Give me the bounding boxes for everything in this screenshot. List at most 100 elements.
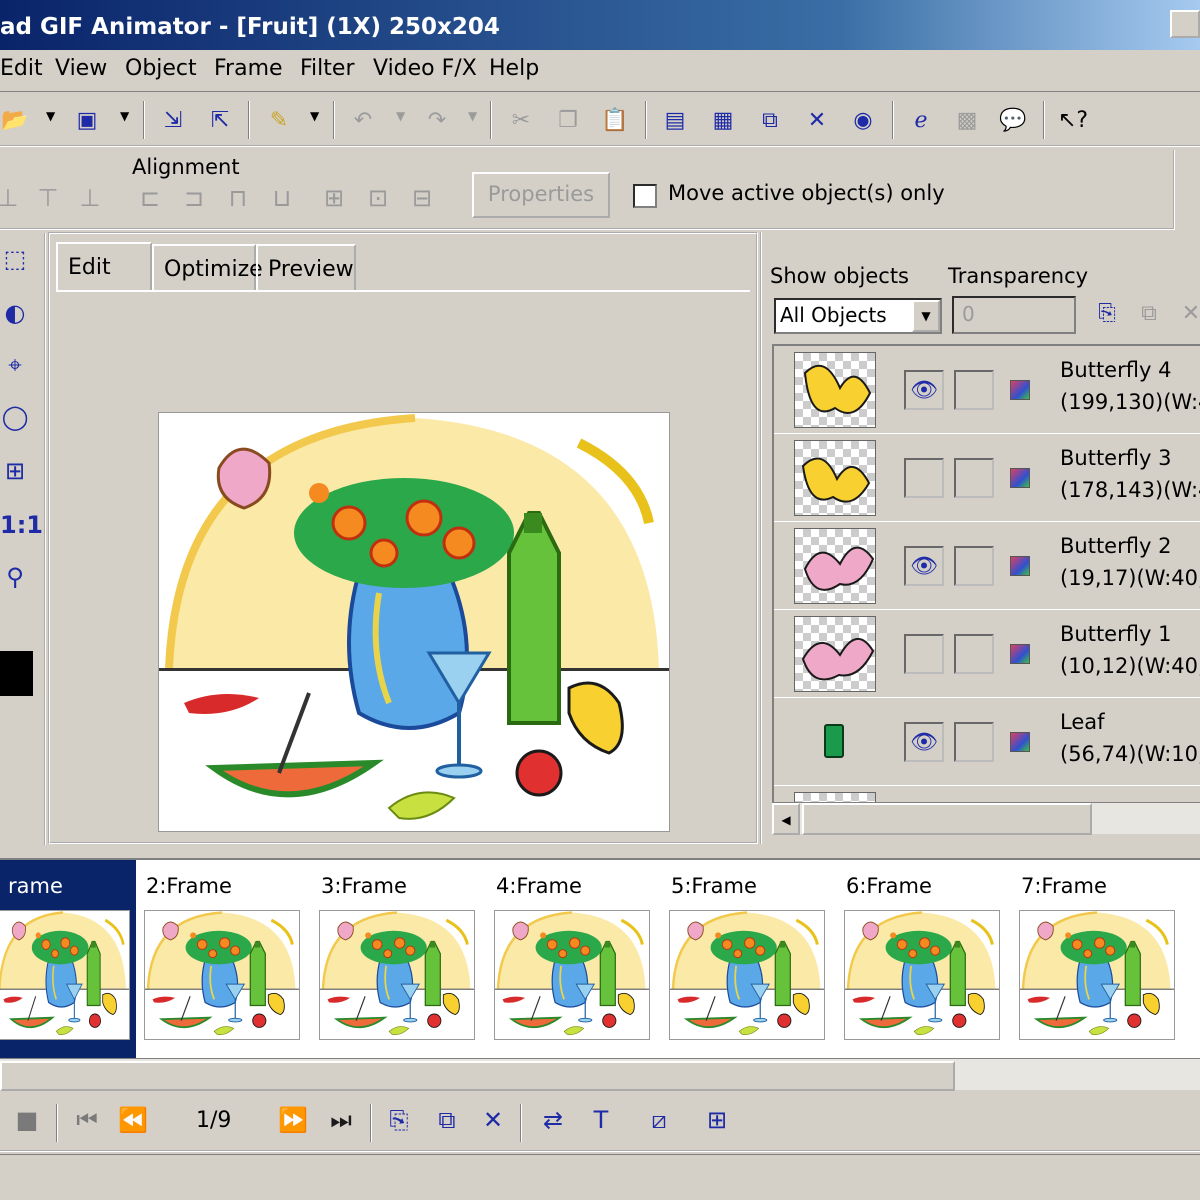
help-icon[interactable]: ↖? (1058, 105, 1088, 135)
import-icon[interactable]: ⇲ (158, 105, 188, 135)
color-indicator[interactable] (1010, 556, 1030, 576)
first-frame-icon[interactable]: ⏮ (70, 1106, 104, 1140)
copy-object-icon[interactable]: ⧉ (1134, 298, 1164, 328)
objects-horizontal-scrollbar[interactable]: ◀ (772, 802, 1200, 835)
properties-icon[interactable]: ⊞ (700, 1106, 734, 1140)
select-tool-icon[interactable]: ✎ (264, 105, 294, 135)
next-frame-icon[interactable]: ⏩ (276, 1106, 310, 1140)
pointer-icon[interactable]: ⬚ (0, 245, 30, 277)
delete-frame-icon[interactable]: ✕ (476, 1106, 510, 1140)
visibility-cell[interactable] (904, 634, 944, 674)
list-item[interactable]: 👁 Leaf (56,74)(W:10,H (774, 698, 1200, 786)
save-icon[interactable]: ▣ (72, 105, 102, 135)
delete-icon[interactable]: ✕ (802, 105, 832, 135)
visibility-cell[interactable] (904, 458, 944, 498)
list-item[interactable]: Butterfly 3 (178,143)(W:40 (774, 434, 1200, 522)
menu-edit[interactable]: Edit (0, 56, 43, 81)
menu-filter[interactable]: Filter (300, 56, 354, 81)
properties-button[interactable]: Properties (472, 172, 610, 218)
paste-icon[interactable]: 📋 (600, 105, 630, 135)
distribute-h-icon[interactable]: ⊞ (318, 184, 350, 216)
lock-cell[interactable] (954, 634, 994, 674)
reverse-icon[interactable]: ⇄ (536, 1106, 570, 1140)
cut-icon[interactable]: ✂ (506, 105, 536, 135)
menu-help[interactable]: Help (489, 56, 539, 81)
menu-object[interactable]: Object (125, 56, 197, 81)
redo-dropdown-icon[interactable]: ▼ (468, 109, 477, 123)
align-top-icon[interactable]: ⊤ (32, 184, 64, 216)
align-right-icon[interactable]: ⊓ (222, 184, 254, 216)
frames-horizontal-scrollbar[interactable] (0, 1058, 1200, 1091)
scroll-thumb[interactable] (0, 1061, 955, 1091)
menu-video-fx[interactable]: Video F/X (373, 56, 477, 81)
color-indicator[interactable] (1010, 732, 1030, 752)
copy-icon[interactable]: ❐ (553, 105, 583, 135)
undo-dropdown-icon[interactable]: ▼ (396, 109, 405, 123)
rotate-icon[interactable]: ◐ (0, 299, 30, 331)
browser-icon[interactable]: ℯ (906, 105, 936, 135)
menu-frame[interactable]: Frame (214, 56, 283, 81)
transition-icon[interactable]: ⧄ (642, 1106, 676, 1140)
resize-icon[interactable]: ⊞ (0, 457, 30, 489)
frame-item[interactable]: 6:Frame (838, 860, 1008, 1060)
list-item[interactable]: 👁 Butterfly 4 (199,130)(W:40 (774, 346, 1200, 434)
zoom-icon[interactable]: ⚲ (0, 563, 30, 595)
select-tool-dropdown-icon[interactable]: ▼ (310, 109, 319, 123)
add-frame-icon[interactable]: ▤ (660, 105, 690, 135)
frame-item[interactable]: 3:Frame (313, 860, 483, 1060)
eye-icon[interactable]: 👁 (904, 722, 944, 762)
align-bottom-icon[interactable]: ⊥ (0, 184, 24, 216)
distribute-v-icon[interactable]: ⊡ (362, 184, 394, 216)
lock-cell[interactable] (954, 722, 994, 762)
move-active-checkbox[interactable] (633, 184, 657, 208)
tab-edit[interactable]: Edit (56, 242, 152, 292)
actual-size-icon[interactable]: 1:1 (0, 511, 43, 543)
frame-item[interactable]: 5:Frame (663, 860, 833, 1060)
lasso-icon[interactable]: ◯ (0, 403, 30, 435)
settings-icon[interactable]: ▩ (952, 105, 982, 135)
center-canvas-icon[interactable]: ⊟ (406, 184, 438, 216)
add-image-icon[interactable]: ▦ (708, 105, 738, 135)
duplicate-frame-icon[interactable]: ⧉ (430, 1106, 464, 1140)
redo-icon[interactable]: ↷ (422, 105, 452, 135)
eye-icon[interactable]: 👁 (904, 370, 944, 410)
export-icon[interactable]: ⇱ (205, 105, 235, 135)
lock-cell[interactable] (954, 546, 994, 586)
chat-icon[interactable]: 💬 (998, 105, 1028, 135)
show-objects-select[interactable]: All Objects ▼ (774, 298, 942, 334)
color-swatch[interactable] (0, 651, 33, 696)
color-indicator[interactable] (1010, 468, 1030, 488)
list-item[interactable]: Butterfly 1 (10,12)(W:40,H (774, 610, 1200, 698)
crop-icon[interactable]: ⌖ (0, 351, 30, 383)
save-dropdown-icon[interactable]: ▼ (120, 109, 129, 123)
align-left-icon[interactable]: ⊏ (134, 184, 166, 216)
scroll-thumb[interactable] (802, 803, 1092, 835)
image-canvas[interactable] (158, 412, 670, 832)
align-base-icon[interactable]: ⊥ (74, 184, 106, 216)
undo-icon[interactable]: ↶ (348, 105, 378, 135)
web-icon[interactable]: ◉ (848, 105, 878, 135)
tab-optimize[interactable]: Optimize (152, 244, 263, 290)
stop-icon[interactable]: ■ (10, 1106, 44, 1140)
eye-icon[interactable]: 👁 (904, 546, 944, 586)
duplicate-icon[interactable]: ⧉ (755, 105, 785, 135)
lock-cell[interactable] (954, 370, 994, 410)
color-indicator[interactable] (1010, 644, 1030, 664)
align-center-icon[interactable]: ⊐ (178, 184, 210, 216)
scroll-left-icon[interactable]: ◀ (772, 803, 800, 835)
chevron-down-icon[interactable]: ▼ (912, 300, 940, 332)
list-item[interactable]: 👁 Butterfly 2 (19,17)(W:40,H (774, 522, 1200, 610)
prev-frame-icon[interactable]: ⏪ (116, 1106, 150, 1140)
frame-item[interactable]: 2:Frame (138, 860, 308, 1060)
frame-item[interactable]: 4:Frame (488, 860, 658, 1060)
open-dropdown-icon[interactable]: ▼ (46, 109, 55, 123)
open-icon[interactable]: 📂 (0, 105, 30, 135)
frame-item[interactable]: 7:Frame (1013, 860, 1183, 1060)
last-frame-icon[interactable]: ⏭ (324, 1106, 358, 1140)
delete-object-icon[interactable]: ✕ (1176, 298, 1200, 328)
tab-preview[interactable]: Preview (256, 244, 356, 290)
align-vcenter-icon[interactable]: ⊔ (266, 184, 298, 216)
frame-item[interactable]: rame (0, 860, 136, 1060)
transparency-spinner[interactable]: 0 (952, 296, 1076, 334)
menu-view[interactable]: View (55, 56, 107, 81)
